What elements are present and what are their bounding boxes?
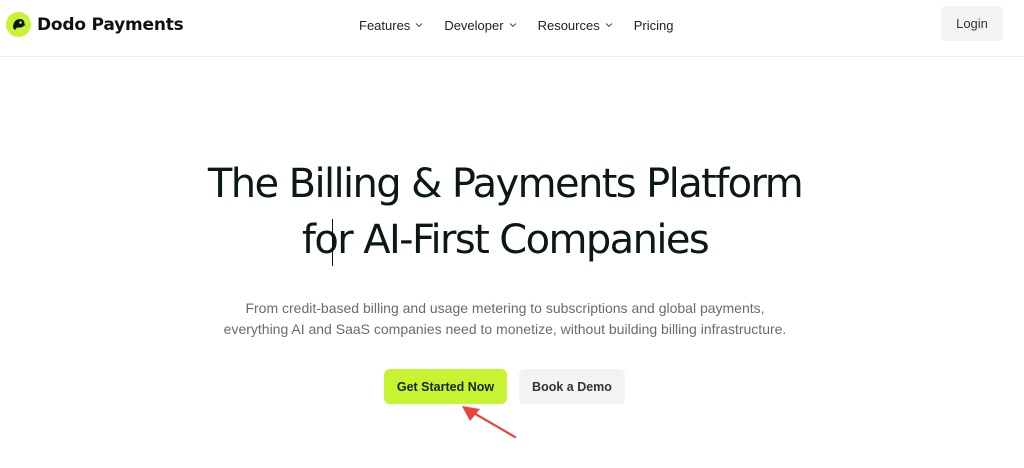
brand-home-link[interactable]: Dodo Payments [6, 12, 184, 37]
nav-item-features[interactable]: Features [359, 18, 423, 33]
nav-item-label: Features [359, 17, 411, 33]
main-nav: Features Developer Resources Pricing [359, 16, 673, 34]
hero-subtitle-line-1: From credit-based billing and usage mete… [245, 300, 765, 316]
hero-title-line-1: The Billing & Payments Platform [207, 161, 804, 207]
book-demo-button[interactable]: Book a Demo [519, 369, 625, 404]
get-started-button[interactable]: Get Started Now [384, 369, 507, 404]
hero-title-line-2: for AI-First Companies [301, 217, 710, 263]
nav-item-label: Resources [537, 17, 600, 33]
nav-item-resources[interactable]: Resources [538, 18, 613, 33]
hero-subtitle: From credit-based billing and usage mete… [0, 298, 1010, 340]
login-button[interactable]: Login [941, 6, 1003, 41]
red-arrow-pointer-icon [458, 403, 520, 441]
nav-item-pricing[interactable]: Pricing [634, 18, 674, 33]
hero-subtitle-line-2: everything AI and SaaS companies need to… [223, 321, 787, 337]
text-cursor [332, 219, 333, 266]
page: Dodo Payments Features Developer Resourc… [0, 0, 1024, 468]
chevron-down-icon [605, 21, 613, 29]
chevron-down-icon [415, 21, 423, 29]
chevron-down-icon [509, 21, 517, 29]
dodo-bird-logo-icon [6, 12, 31, 37]
top-navbar: Dodo Payments Features Developer Resourc… [0, 0, 1024, 57]
hero-title: The Billing & Payments Platform for AI-F… [0, 156, 1010, 268]
nav-item-label: Developer [444, 17, 504, 33]
brand-name: Dodo Payments [37, 14, 184, 35]
nav-item-developer[interactable]: Developer [444, 18, 516, 33]
nav-item-label: Pricing [633, 17, 674, 33]
